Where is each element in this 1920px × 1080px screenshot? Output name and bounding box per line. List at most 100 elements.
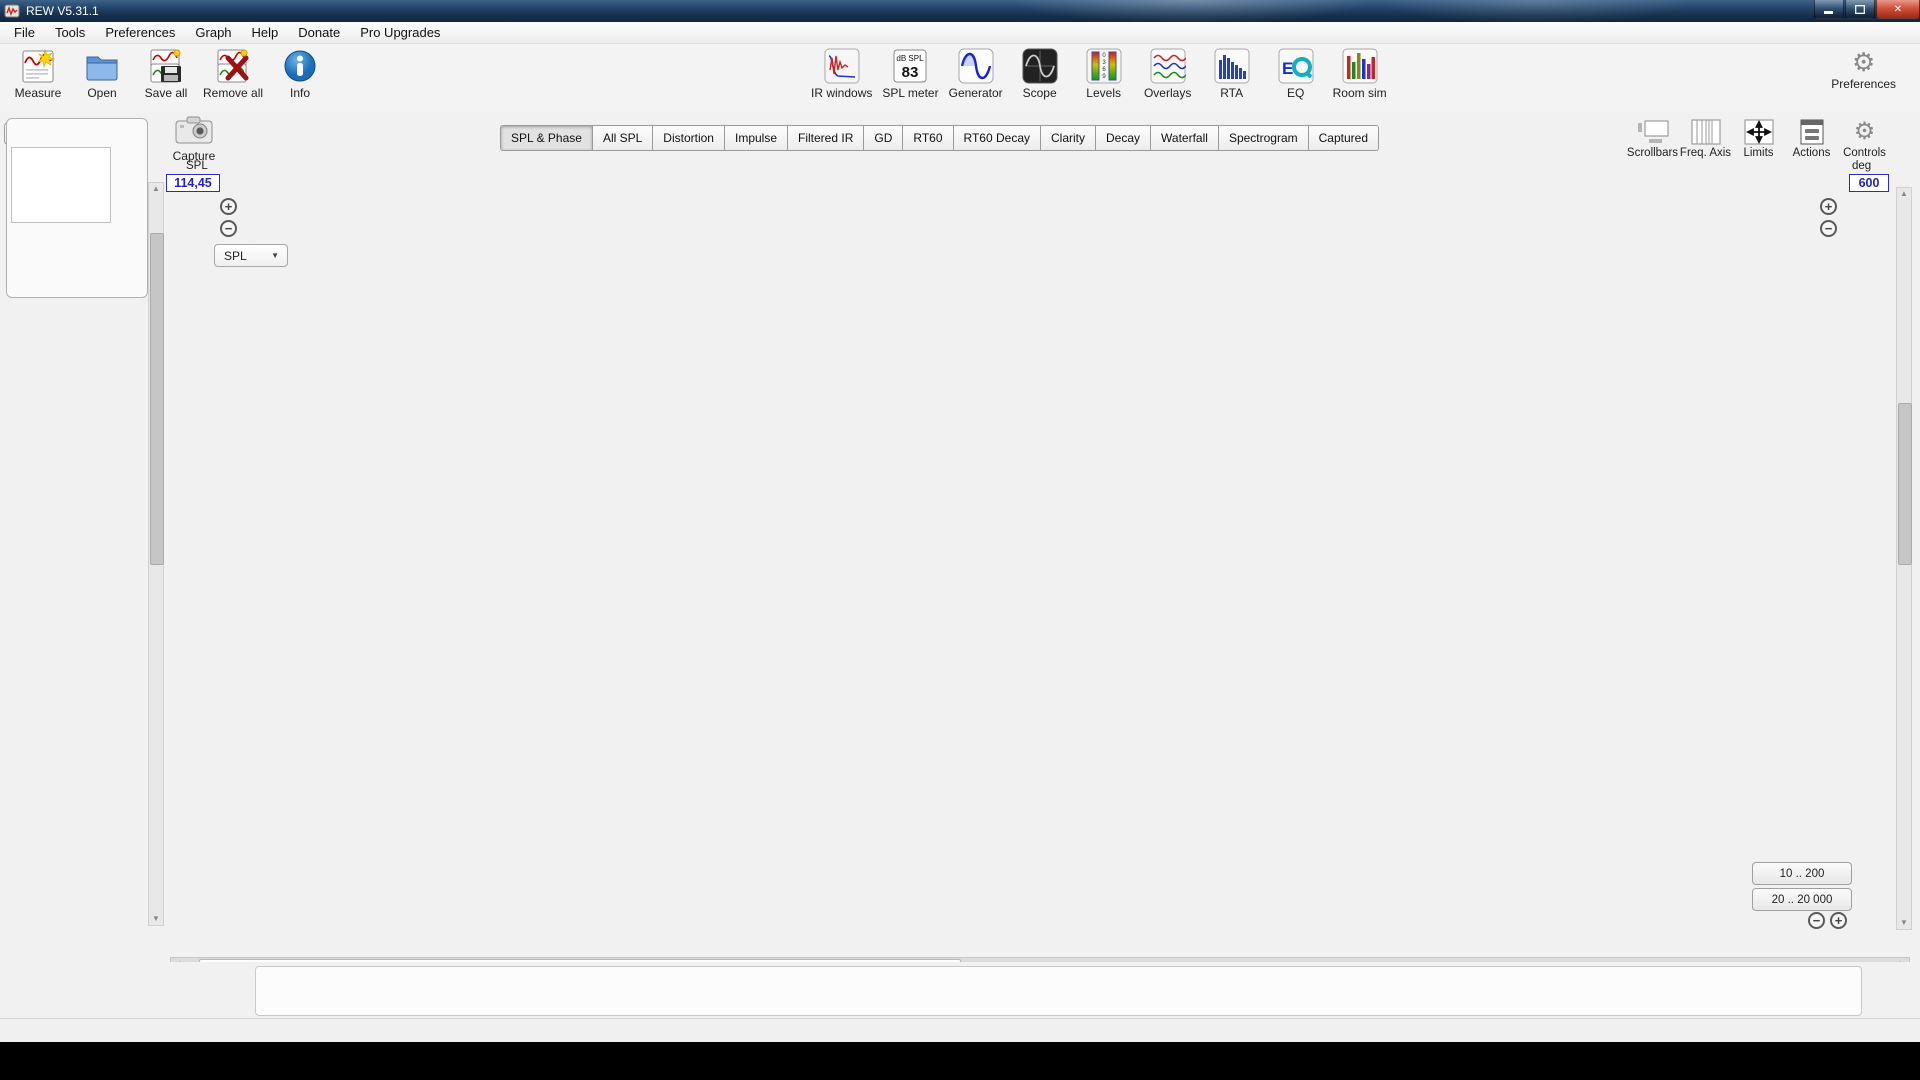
window-title: REW V5.31.1 — [26, 4, 99, 18]
svg-text:dB SPL: dB SPL — [897, 54, 925, 63]
rta-icon — [1214, 47, 1250, 85]
tab-rt60-decay[interactable]: RT60 Decay — [954, 125, 1041, 151]
toolbar-label: Save all — [145, 86, 188, 100]
scope-button[interactable]: Scope — [1008, 47, 1072, 100]
controls-icon: ⚙ — [1854, 117, 1876, 147]
tab-captured[interactable]: Captured — [1309, 125, 1379, 151]
menu-file[interactable]: File — [4, 23, 45, 42]
actions-icon — [1798, 117, 1826, 147]
range-20-20000-button[interactable]: 20 .. 20 000 — [1752, 888, 1852, 911]
sidebar-scrollbar-thumb[interactable] — [150, 233, 164, 565]
maximize-button[interactable] — [1845, 0, 1875, 19]
limits-button[interactable]: Limits — [1732, 117, 1785, 159]
menu-preferences[interactable]: Preferences — [95, 23, 185, 42]
zoom-in-right-button[interactable]: + — [1820, 198, 1837, 215]
x-zoom-out-button[interactable]: − — [1808, 912, 1825, 929]
overlays-button[interactable]: Overlays — [1136, 47, 1200, 100]
measurement-card-1[interactable] — [6, 118, 148, 298]
tab-waterfall[interactable]: Waterfall — [1151, 125, 1219, 151]
tab-rt60[interactable]: RT60 — [903, 125, 953, 151]
removeall-button[interactable]: Remove all — [198, 47, 268, 100]
controls-button[interactable]: ⚙Controls — [1838, 117, 1891, 159]
graph-tabs: SPL & PhaseAll SPLDistortionImpulseFilte… — [500, 125, 1379, 151]
freqaxis-button[interactable]: Freq. Axis — [1679, 117, 1732, 159]
scroll-down-icon[interactable]: ▼ — [1897, 917, 1911, 929]
toolbar-label: Measure — [15, 86, 62, 100]
irwindows-button[interactable]: IR windows — [806, 47, 877, 100]
svg-text:83: 83 — [902, 64, 919, 81]
toolbar-label: Levels — [1086, 86, 1121, 100]
zoom-out-right-button[interactable]: − — [1820, 220, 1837, 237]
splmeter-button[interactable]: dB SPL83 SPL meter — [877, 47, 943, 100]
tab-all-spl[interactable]: All SPL — [593, 125, 653, 151]
irwindows-icon — [824, 47, 860, 85]
rta-button[interactable]: RTA — [1200, 47, 1264, 100]
levels-icon: 0369 — [1086, 47, 1122, 85]
camera-icon — [174, 114, 214, 149]
tab-impulse[interactable]: Impulse — [725, 125, 788, 151]
graph-tools: ScrollbarsFreq. Axis Limits Actions ⚙Contro… — [1626, 117, 1891, 159]
graph-type-dropdown[interactable]: SPL ▼ — [214, 244, 288, 267]
tab-gd[interactable]: GD — [864, 125, 903, 151]
zoom-in-button[interactable]: + — [220, 198, 237, 215]
toolbar-label: SPL meter — [882, 86, 938, 100]
scrollbars-button[interactable]: Scrollbars — [1626, 117, 1679, 159]
preferences-button[interactable]: ⚙ Preferences — [1831, 47, 1896, 91]
tab-clarity[interactable]: Clarity — [1041, 125, 1096, 151]
scroll-up-icon[interactable]: ▲ — [149, 183, 163, 195]
rew-window: REW V5.31.1 ✕ FileToolsPreferencesGraphH… — [0, 0, 1920, 1042]
eq-button[interactable]: E EQ — [1264, 47, 1328, 100]
info-button[interactable]: Info — [268, 47, 332, 100]
eq-icon: E — [1278, 47, 1314, 85]
generator-icon — [958, 47, 994, 85]
tab-spl-phase[interactable]: SPL & Phase — [500, 125, 593, 151]
toolbar-label: Room sim — [1333, 86, 1387, 100]
menu-donate[interactable]: Donate — [288, 23, 350, 42]
app-icon — [4, 4, 20, 18]
tab-filtered-ir[interactable]: Filtered IR — [788, 125, 864, 151]
roomsim-button[interactable]: Room sim — [1328, 47, 1392, 100]
measure-button[interactable]: Measure — [6, 47, 70, 100]
removeall-icon — [215, 47, 251, 85]
titlebar[interactable]: REW V5.31.1 ✕ — [0, 0, 1920, 22]
sidebar-scrollbar[interactable]: ▲ ▼ — [148, 182, 164, 926]
graph-v-scrollbar[interactable]: ▲ ▼ — [1896, 187, 1912, 930]
saveall-icon — [148, 47, 184, 85]
open-button[interactable]: Open — [70, 47, 134, 100]
toolbar-label: EQ — [1287, 86, 1304, 100]
gear-icon: ⚙ — [1852, 47, 1875, 77]
range-10-200-button[interactable]: 10 .. 200 — [1752, 862, 1852, 885]
scroll-down-icon[interactable]: ▼ — [149, 913, 163, 925]
minimize-button[interactable] — [1814, 0, 1844, 19]
chevron-down-icon: ▼ — [271, 251, 279, 260]
menu-help[interactable]: Help — [242, 23, 289, 42]
tool-label: Freq. Axis — [1680, 147, 1731, 159]
saveall-button[interactable]: Save all — [134, 47, 198, 100]
close-button[interactable]: ✕ — [1876, 0, 1920, 19]
spl-phase-plot[interactable] — [207, 187, 1845, 930]
menu-tools[interactable]: Tools — [45, 23, 95, 42]
legend-bar — [0, 962, 1920, 1018]
menu-bar: FileToolsPreferencesGraphHelpDonatePro U… — [0, 22, 1920, 44]
scroll-up-icon[interactable]: ▲ — [1897, 188, 1911, 200]
toolbar-label: Generator — [949, 86, 1003, 100]
actions-button[interactable]: Actions — [1785, 117, 1838, 159]
tool-label: Actions — [1793, 147, 1831, 159]
x-zoom-in-button[interactable]: + — [1830, 912, 1847, 929]
svg-text:E: E — [1282, 59, 1293, 78]
zoom-out-button[interactable]: − — [220, 220, 237, 237]
graph-v-scrollbar-thumb[interactable] — [1898, 403, 1912, 565]
scope-icon — [1022, 47, 1058, 85]
menu-pro-upgrades[interactable]: Pro Upgrades — [350, 23, 450, 42]
menu-graph[interactable]: Graph — [185, 23, 241, 42]
generator-button[interactable]: Generator — [944, 47, 1008, 100]
tool-label: Limits — [1743, 147, 1773, 159]
tab-spectrogram[interactable]: Spectrogram — [1219, 125, 1309, 151]
toolbar-label: RTA — [1220, 86, 1243, 100]
tab-decay[interactable]: Decay — [1096, 125, 1151, 151]
levels-button[interactable]: 0369Levels — [1072, 47, 1136, 100]
tab-distortion[interactable]: Distortion — [653, 125, 725, 151]
toolbar-label: Remove all — [203, 86, 263, 100]
open-icon — [84, 47, 120, 85]
capture-button[interactable]: Capture — [168, 114, 220, 163]
